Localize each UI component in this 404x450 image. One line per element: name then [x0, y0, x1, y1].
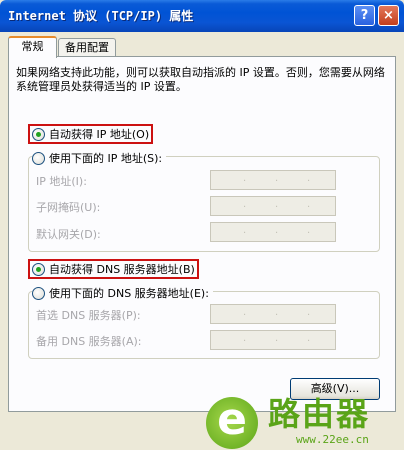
manual-ip-radio[interactable]: [32, 151, 45, 165]
ip-address-input[interactable]: . . .: [210, 170, 336, 190]
ip-dot: .: [275, 307, 279, 318]
watermark-brand: 路由器: [268, 395, 371, 433]
tab-alternate-configuration[interactable]: 备用配置: [58, 38, 116, 58]
ip-dot: .: [243, 307, 247, 318]
preferred-dns-label: 首选 DNS 服务器(P):: [36, 309, 141, 322]
ip-dot: .: [307, 225, 311, 236]
manual-ip-label[interactable]: 使用下面的 IP 地址(S):: [49, 150, 162, 166]
manual-dns-label[interactable]: 使用下面的 DNS 服务器地址(E):: [49, 285, 209, 301]
ip-dot: .: [275, 173, 279, 184]
ip-address-label: IP 地址(I):: [36, 175, 87, 188]
ip-dot: .: [243, 199, 247, 210]
tcpip-properties-dialog: Internet 协议 (TCP/IP) 属性 ? × 常规 备用配置 如果网络…: [0, 0, 404, 450]
help-button[interactable]: ?: [354, 5, 375, 26]
ip-dot: .: [307, 199, 311, 210]
ip-dot: .: [307, 333, 311, 344]
ip-dot: .: [243, 333, 247, 344]
auto-dns-label[interactable]: 自动获得 DNS 服务器地址(B): [49, 261, 195, 277]
alternate-dns-input[interactable]: . . .: [210, 330, 336, 350]
manual-ip-option: 使用下面的 IP 地址(S):: [32, 150, 167, 166]
watermark-e-icon: e: [206, 397, 258, 449]
window-title: Internet 协议 (TCP/IP) 属性: [8, 9, 194, 23]
ip-dot: .: [307, 173, 311, 184]
ip-dot: .: [243, 225, 247, 236]
ip-dot: .: [275, 333, 279, 344]
auto-ip-radio[interactable]: [32, 127, 45, 141]
watermark-logo: e 路由器 www.22ee.cn: [200, 395, 404, 450]
manual-dns-option: 使用下面的 DNS 服务器地址(E):: [32, 285, 213, 301]
auto-ip-option-highlight: 自动获得 IP 地址(O): [28, 124, 154, 144]
auto-ip-label[interactable]: 自动获得 IP 地址(O): [49, 126, 149, 142]
manual-dns-radio[interactable]: [32, 286, 45, 300]
default-gateway-label: 默认网关(D):: [36, 228, 101, 241]
default-gateway-input[interactable]: . . .: [210, 222, 336, 242]
subnet-mask-input[interactable]: . . .: [210, 196, 336, 216]
watermark-url: www.22ee.cn: [296, 433, 369, 446]
ip-dot: .: [275, 199, 279, 210]
alternate-dns-label: 备用 DNS 服务器(A):: [36, 335, 142, 348]
tab-general[interactable]: 常规: [8, 36, 57, 58]
description-text: 如果网络支持此功能，则可以获取自动指派的 IP 设置。否则，您需要从网络系统管理…: [16, 66, 385, 93]
preferred-dns-input[interactable]: . . .: [210, 304, 336, 324]
subnet-mask-label: 子网掩码(U):: [36, 201, 101, 214]
ip-dot: .: [243, 173, 247, 184]
auto-dns-option-highlight: 自动获得 DNS 服务器地址(B): [28, 259, 199, 279]
auto-dns-radio[interactable]: [32, 262, 45, 276]
title-bar: Internet 协议 (TCP/IP) 属性 ? ×: [0, 0, 404, 32]
ip-dot: .: [307, 307, 311, 318]
close-button[interactable]: ×: [378, 5, 399, 26]
ip-dot: .: [275, 225, 279, 236]
